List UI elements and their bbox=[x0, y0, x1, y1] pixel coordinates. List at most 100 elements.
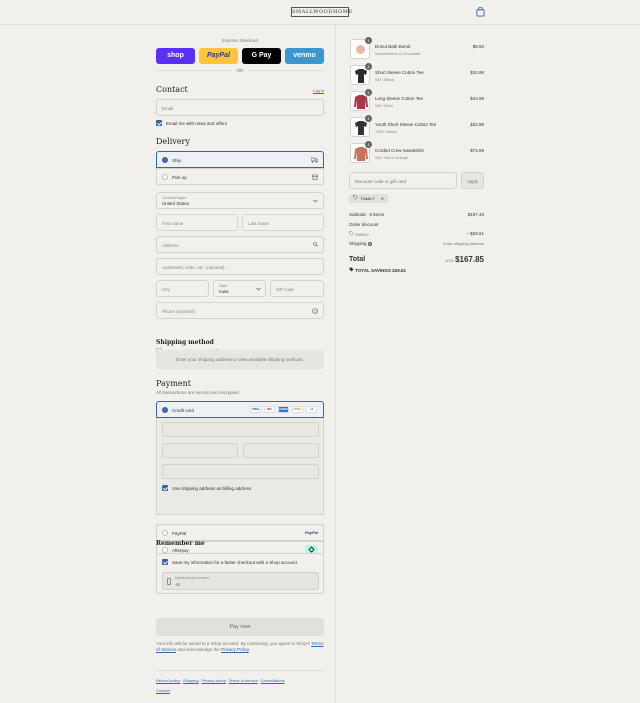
mobile-phone-icon bbox=[167, 578, 171, 585]
mastercard-icon: MC bbox=[264, 406, 275, 413]
email-field[interactable]: Email bbox=[156, 99, 324, 116]
email-news-checkbox[interactable] bbox=[156, 120, 162, 126]
store-logo[interactable]: SMALLWOODHOME bbox=[291, 7, 352, 17]
billing-label: Use shipping address as billing address bbox=[172, 486, 252, 491]
first-name-field[interactable]: First name bbox=[156, 214, 238, 231]
header: SMALLWOODHOME bbox=[0, 0, 640, 25]
order-summary: 1 Donut Bath Bomb Strawberries & Chocola… bbox=[336, 25, 640, 703]
apply-button[interactable]: Apply bbox=[461, 172, 484, 189]
discount-code-row: FAMILY − $29.61 bbox=[349, 231, 484, 237]
pickup-option[interactable]: Pick up bbox=[156, 168, 324, 185]
item-image: 1 bbox=[350, 89, 372, 111]
shipping-method-note: Enter your shipping address to view avai… bbox=[156, 350, 324, 369]
card-form: Use shipping address as billing address bbox=[156, 418, 324, 515]
contact-section: Contact Log in Email Email me with news … bbox=[156, 85, 324, 135]
item-image: 1 bbox=[350, 141, 372, 163]
discover-icon: DISC bbox=[292, 406, 303, 413]
ship-option[interactable]: Ship bbox=[156, 151, 324, 168]
search-icon bbox=[313, 242, 318, 247]
item-image: 1 bbox=[350, 63, 372, 85]
truck-icon bbox=[311, 157, 318, 163]
shipping-row: Shipping ? Enter shipping address bbox=[349, 241, 484, 246]
visa-icon: VISA bbox=[250, 406, 261, 413]
remove-tag-icon[interactable]: ✕ bbox=[376, 194, 384, 203]
tag-icon bbox=[353, 195, 358, 200]
save-info-label: Save my information for a faster checkou… bbox=[172, 560, 297, 565]
or-text: OR bbox=[232, 68, 248, 73]
cancellations-link[interactable]: Cancellations bbox=[261, 678, 285, 683]
card-number-field[interactable] bbox=[162, 422, 319, 437]
credit-card-option[interactable]: Credit card VISA MC AMEX DISC +5 bbox=[156, 401, 324, 418]
more-cards-icon: +5 bbox=[306, 406, 317, 413]
ship-radio[interactable] bbox=[162, 157, 168, 163]
privacy-link[interactable]: Privacy Policy bbox=[221, 647, 249, 652]
save-info-box: Save my information for a faster checkou… bbox=[156, 553, 324, 594]
email-news-label: Email me with news and offers bbox=[166, 121, 227, 126]
shop-pay-button[interactable]: shop bbox=[156, 48, 195, 64]
contact-link[interactable]: Contact bbox=[156, 688, 170, 693]
pickup-radio[interactable] bbox=[162, 174, 168, 180]
checkout-form: Express checkout shop PayPal G Pay venmo… bbox=[0, 25, 336, 703]
shipping-link[interactable]: Shipping bbox=[183, 678, 199, 683]
legal-text: Your info will be saved to a Shop accoun… bbox=[156, 641, 324, 652]
order-discount-row: Order discount bbox=[349, 222, 379, 227]
venmo-button[interactable]: venmo bbox=[285, 48, 324, 64]
mobile-phone-field[interactable]: Mobile phone number +1 bbox=[162, 572, 319, 590]
express-title: Express checkout bbox=[222, 38, 258, 43]
save-info-checkbox[interactable] bbox=[162, 559, 168, 565]
footer-links: Refund policy Shipping Privacy policy Te… bbox=[156, 676, 324, 696]
express-checkout: Express checkout shop PayPal G Pay venmo… bbox=[156, 38, 324, 73]
last-name-field[interactable]: Last name bbox=[242, 214, 324, 231]
item-image: 1 bbox=[350, 115, 372, 137]
address-field[interactable]: Address bbox=[156, 236, 324, 253]
shopping-bag-icon[interactable] bbox=[476, 7, 485, 17]
total-savings-row: TOTAL SAVINGS $29.61 bbox=[349, 267, 484, 273]
chevron-down-icon bbox=[313, 199, 318, 203]
name-on-card-field[interactable] bbox=[162, 464, 319, 479]
google-pay-button[interactable]: G Pay bbox=[242, 48, 281, 64]
paypal-radio[interactable] bbox=[162, 530, 168, 536]
discount-tag: FAMILY ✕ bbox=[349, 194, 388, 203]
chevron-down-icon bbox=[256, 287, 261, 291]
delivery-title: Delivery bbox=[156, 137, 190, 146]
pay-now-button[interactable]: Pay now bbox=[156, 618, 324, 636]
help-icon[interactable]: ? bbox=[367, 242, 372, 246]
discount-input[interactable]: Discount code or gift card bbox=[349, 172, 457, 189]
credit-card-radio[interactable] bbox=[162, 407, 168, 413]
shipping-method-title: Shipping method bbox=[156, 339, 214, 346]
remember-title: Remember me bbox=[156, 540, 205, 547]
payment-subtitle: All transactions are secure and encrypte… bbox=[156, 390, 241, 395]
state-select[interactable]: State Iowa bbox=[213, 280, 266, 297]
mobile-phone-label: Mobile phone number bbox=[175, 576, 209, 580]
expiry-field[interactable] bbox=[162, 443, 238, 458]
refund-policy-link[interactable]: Refund policy bbox=[156, 678, 180, 683]
apartment-field[interactable]: Apartment, suite, etc. (optional) bbox=[156, 258, 324, 275]
tag-icon bbox=[349, 267, 354, 272]
store-icon bbox=[312, 174, 318, 180]
item-image: 1 bbox=[350, 37, 372, 59]
remember-section: Remember me Save my information for a fa… bbox=[156, 540, 324, 631]
payment-title: Payment bbox=[156, 379, 191, 388]
delivery-section: Delivery Ship Pick up Country/Region Uni… bbox=[156, 137, 324, 362]
shipping-method-section: Shipping method Enter your shipping addr… bbox=[156, 339, 324, 384]
city-field[interactable]: City bbox=[156, 280, 209, 297]
country-select[interactable]: Country/Region United States bbox=[156, 192, 324, 209]
phone-field[interactable]: Phone (optional) ? bbox=[156, 302, 324, 319]
payment-section: Payment All transactions are secure and … bbox=[156, 379, 324, 559]
billing-checkbox[interactable] bbox=[162, 485, 168, 491]
help-icon[interactable]: ? bbox=[312, 308, 318, 314]
tag-icon bbox=[349, 231, 354, 236]
paypal-logo: PayPal bbox=[304, 530, 318, 535]
terms-of-service-link[interactable]: Terms of service bbox=[229, 678, 258, 683]
login-link[interactable]: Log in bbox=[313, 88, 324, 93]
contact-title: Contact bbox=[156, 85, 188, 94]
paypal-button[interactable]: PayPal bbox=[199, 48, 238, 64]
privacy-policy-link[interactable]: Privacy policy bbox=[201, 678, 225, 683]
subtotal-row: Subtotal · 5 items $197.46 bbox=[349, 212, 484, 217]
paypal-option[interactable]: PayPal PayPal bbox=[156, 524, 324, 541]
zip-field[interactable]: ZIP code bbox=[270, 280, 324, 297]
amex-icon: AMEX bbox=[278, 406, 289, 413]
total-row: Total USD $167.85 bbox=[349, 255, 484, 264]
footer-divider bbox=[156, 670, 324, 671]
security-code-field[interactable] bbox=[243, 443, 319, 458]
